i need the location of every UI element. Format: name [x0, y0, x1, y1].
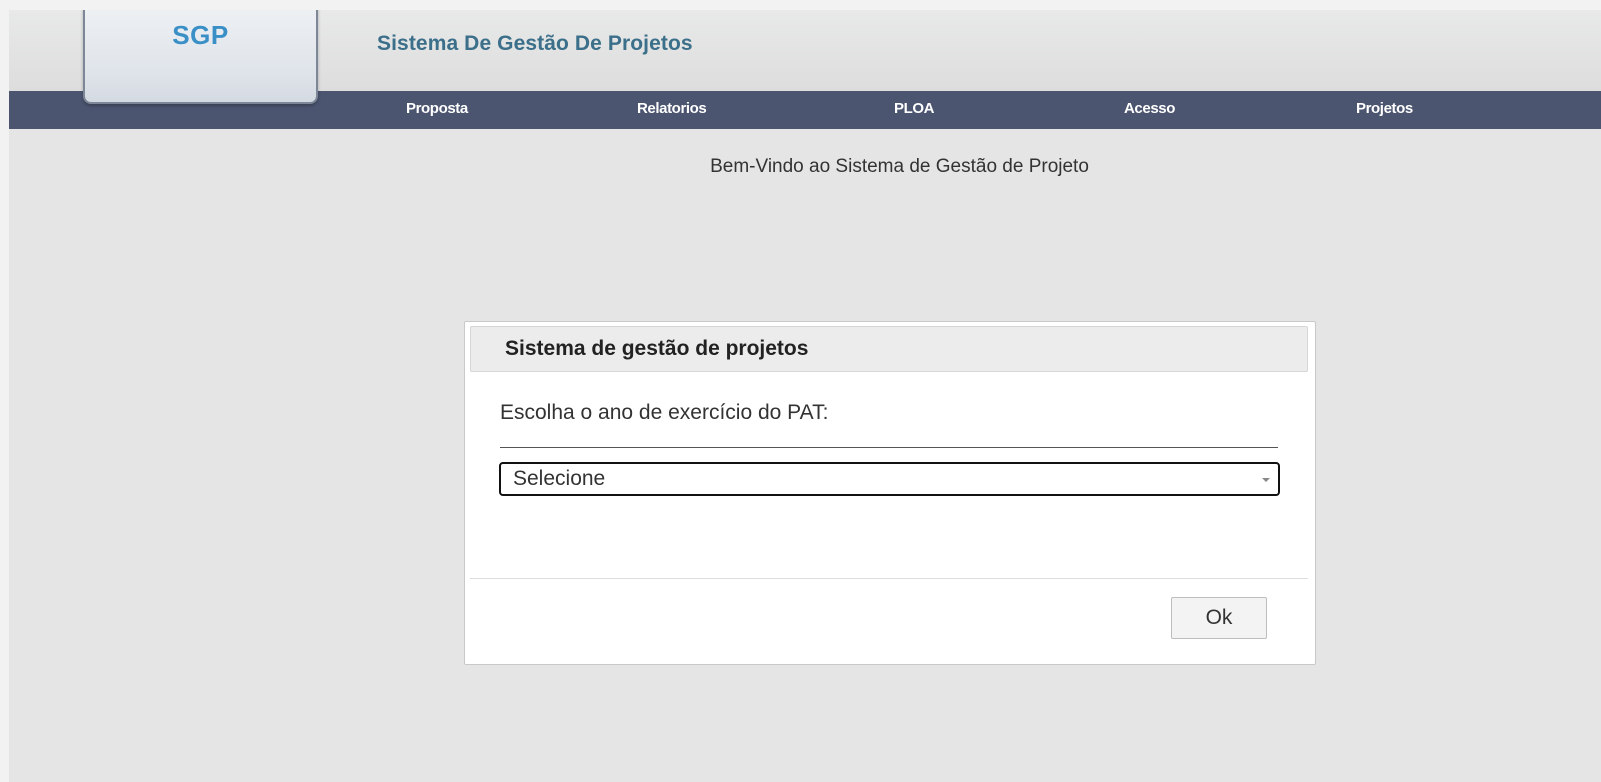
nav-item-proposta[interactable]: Proposta: [406, 91, 468, 129]
page: SGP Sistema De Gestão De Projetos Propos…: [9, 10, 1601, 782]
dialog-title: Sistema de gestão de projetos: [505, 337, 809, 360]
welcome-message: Bem-Vindo ao Sistema de Gestão de Projet…: [710, 156, 1089, 177]
divider: [500, 447, 1278, 448]
year-prompt-label: Escolha o ano de exercício do PAT:: [500, 401, 829, 424]
nav-item-acesso[interactable]: Acesso: [1124, 91, 1175, 129]
year-selection-dialog: Sistema de gestão de projetos Escolha o …: [464, 321, 1316, 665]
year-select-value: Selecione: [513, 467, 606, 490]
app-title: Sistema De Gestão De Projetos: [377, 32, 693, 55]
logo-text: SGP: [172, 20, 229, 50]
chevron-down-icon: [1262, 478, 1270, 482]
nav-item-projetos[interactable]: Projetos: [1356, 91, 1413, 129]
dialog-footer-divider: [470, 578, 1308, 579]
logo-tab[interactable]: SGP: [83, 10, 318, 104]
year-select[interactable]: Selecione: [499, 462, 1280, 496]
ok-button[interactable]: Ok: [1171, 597, 1267, 639]
dialog-header: Sistema de gestão de projetos: [470, 326, 1308, 372]
nav-item-ploa[interactable]: PLOA: [894, 91, 934, 129]
nav-item-relatorios[interactable]: Relatorios: [637, 91, 707, 129]
